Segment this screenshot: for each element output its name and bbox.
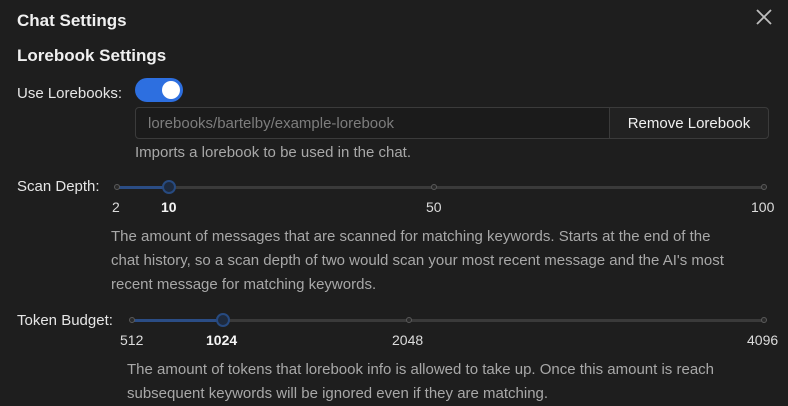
token-budget-mark-dot [761, 317, 767, 323]
scan-depth-tick-label: 100 [751, 199, 775, 215]
token-budget-tick-label: 512 [120, 332, 144, 348]
remove-lorebook-button[interactable]: Remove Lorebook [609, 107, 769, 139]
token-budget-tick-label: 2048 [392, 332, 424, 348]
section-title-lorebook: Lorebook Settings [17, 46, 167, 65]
scan-depth-track[interactable] [117, 186, 764, 189]
toggle-knob [162, 81, 180, 99]
token-budget-tick-label-active: 1024 [206, 332, 238, 348]
token-budget-mark-dot [129, 317, 135, 323]
scan-depth-description-line: The amount of messages that are scanned … [111, 228, 711, 245]
scan-depth-description-line: chat history, so a scan depth of two wou… [111, 252, 724, 269]
scan-depth-tick-label: 2 [112, 199, 120, 215]
scan-depth-label: Scan Depth: [17, 178, 100, 195]
scan-depth-tick-label-active: 10 [161, 199, 177, 215]
use-lorebooks-toggle[interactable] [135, 78, 183, 102]
scan-depth-slider-thumb[interactable] [162, 180, 176, 194]
token-budget-tick-label: 4096 [747, 332, 779, 348]
token-budget-description-line: The amount of tokens that lorebook info … [127, 361, 714, 378]
scan-depth-mark-dot [431, 184, 437, 190]
lorebook-hint: Imports a lorebook to be used in the cha… [135, 144, 411, 161]
scan-depth-description-line: recent message for matching keywords. [111, 276, 377, 293]
use-lorebooks-label: Use Lorebooks: [17, 85, 123, 102]
token-budget-description-line: subsequent keywords will be ignored even… [127, 385, 549, 402]
scan-depth-tick-label: 50 [426, 199, 442, 215]
token-budget-fill [132, 319, 223, 322]
token-budget-mark-dot [406, 317, 412, 323]
scan-depth-mark-dot [761, 184, 767, 190]
lorebook-path-input[interactable] [135, 107, 610, 139]
scan-depth-mark-dot [114, 184, 120, 190]
dialog-title: Chat Settings [17, 11, 127, 30]
close-icon[interactable] [754, 7, 774, 27]
token-budget-label: Token Budget: [17, 312, 113, 329]
token-budget-slider-thumb[interactable] [216, 313, 230, 327]
